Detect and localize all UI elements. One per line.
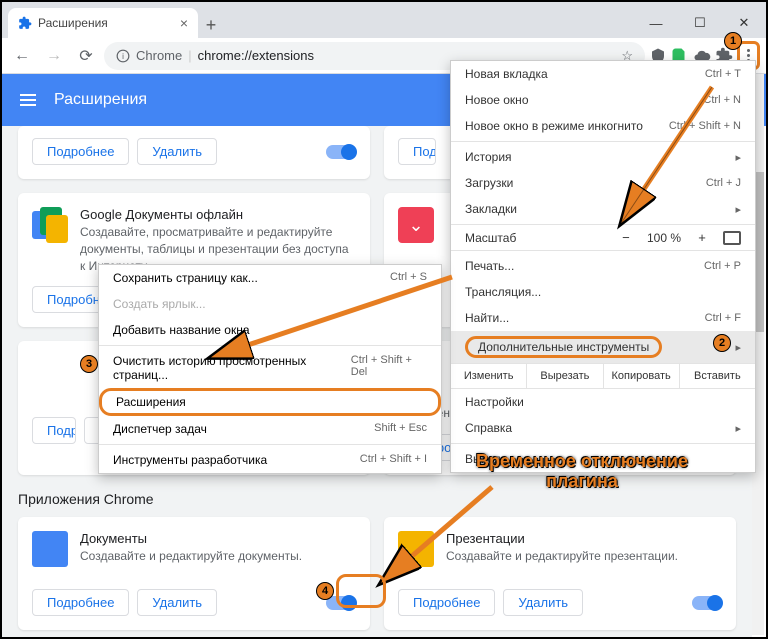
details-button[interactable]: Подробнее (398, 589, 495, 616)
new-tab-button[interactable]: + (198, 12, 224, 38)
extension-name: Google Документы офлайн (80, 207, 356, 222)
menu-cut[interactable]: Вырезать (527, 364, 603, 388)
menu-paste[interactable]: Вставить (680, 364, 755, 388)
app-desc: Создавайте и редактируйте презентации. (446, 548, 678, 565)
annotation-badge-3: 3 (80, 355, 98, 373)
tab-title: Расширения (38, 16, 108, 30)
close-tab-icon[interactable]: × (180, 15, 188, 31)
chrome-main-menu: Новая вкладкаCtrl + T Новое окноCtrl + N… (450, 60, 756, 473)
more-tools-submenu: Сохранить страницу как...Ctrl + S Создат… (98, 264, 442, 474)
submenu-dev-tools[interactable]: Инструменты разработчикаCtrl + Shift + I (99, 447, 441, 473)
browser-tab[interactable]: Расширения × (8, 8, 198, 38)
minimize-button[interactable]: — (634, 8, 678, 38)
submenu-create-shortcut: Создать ярлык... (99, 291, 441, 317)
hamburger-icon[interactable] (20, 94, 36, 106)
reload-button[interactable]: ⟳ (72, 42, 100, 70)
gdocs-icon (32, 207, 68, 243)
menu-print[interactable]: Печать...Ctrl + P (451, 253, 755, 279)
menu-settings[interactable]: Настройки (451, 389, 755, 415)
info-icon: i (116, 49, 130, 63)
zoom-value: 100 % (647, 231, 681, 245)
address-prefix: Chrome (136, 48, 182, 63)
apps-section-title: Приложения Chrome (18, 491, 736, 507)
menu-new-window[interactable]: Новое окноCtrl + N (451, 87, 755, 113)
annotation-badge-2: 2 (713, 334, 731, 352)
address-url: chrome://extensions (198, 48, 314, 63)
remove-button[interactable]: Удалить (137, 138, 217, 165)
submenu-clear-data[interactable]: Очистить историю просмотренных страниц..… (99, 348, 441, 388)
window-titlebar: Расширения × + — ☐ ✕ (2, 2, 766, 38)
app-name: Презентации (446, 531, 678, 546)
menu-incognito[interactable]: Новое окно в режиме инкогнитоCtrl + Shif… (451, 113, 755, 139)
forward-button[interactable]: → (40, 42, 68, 70)
menu-downloads[interactable]: ЗагрузкиCtrl + J (451, 170, 755, 196)
puzzle-icon (18, 16, 32, 30)
submenu-task-manager[interactable]: Диспетчер задачShift + Esc (99, 416, 441, 442)
menu-new-tab[interactable]: Новая вкладкаCtrl + T (451, 61, 755, 87)
submenu-extensions[interactable]: Расширения (99, 388, 441, 416)
window-controls: — ☐ ✕ (634, 8, 766, 38)
pocket-icon: ⌄ (398, 207, 434, 243)
app-toggle[interactable] (692, 596, 722, 610)
annotation-badge-1: 1 (724, 32, 742, 50)
menu-edit-row: Изменить Вырезать Копировать Вставить (451, 363, 755, 389)
back-button[interactable]: ← (8, 42, 36, 70)
svg-text:i: i (122, 51, 124, 60)
remove-button[interactable]: Удалить (503, 589, 583, 616)
details-button[interactable]: Подробнее (32, 589, 129, 616)
details-button[interactable]: Подробнее (32, 138, 129, 165)
menu-history[interactable]: История▸ (451, 144, 755, 170)
details-button[interactable]: Подробнее (32, 417, 76, 444)
menu-find[interactable]: Найти...Ctrl + F (451, 305, 755, 331)
details-button[interactable]: Подробнее (398, 138, 436, 165)
submenu-name-window[interactable]: Добавить название окна (99, 317, 441, 343)
submenu-save-page[interactable]: Сохранить страницу как...Ctrl + S (99, 265, 441, 291)
fullscreen-button[interactable] (723, 231, 741, 245)
zoom-out-button[interactable]: − (615, 230, 637, 245)
annotation-badge-4: 4 (316, 582, 334, 600)
menu-zoom: Масштаб − 100 % + (451, 227, 755, 248)
menu-more-tools[interactable]: Дополнительные инструменты 2 ▸ (451, 331, 755, 363)
menu-copy[interactable]: Копировать (604, 364, 680, 388)
docs-app-icon (32, 531, 68, 567)
zoom-in-button[interactable]: + (691, 230, 713, 245)
menu-cast[interactable]: Трансляция... (451, 279, 755, 305)
app-name: Документы (80, 531, 302, 546)
annotation-text: Временное отключение плагина (442, 452, 722, 492)
annotation-highlight-toggle (336, 574, 386, 608)
header-title: Расширения (54, 91, 147, 109)
slides-app-icon (398, 531, 434, 567)
menu-bookmarks[interactable]: Закладки▸ (451, 196, 755, 222)
extension-toggle[interactable] (326, 145, 356, 159)
maximize-button[interactable]: ☐ (678, 8, 722, 38)
menu-help[interactable]: Справка▸ (451, 415, 755, 441)
app-desc: Создавайте и редактируйте документы. (80, 548, 302, 565)
remove-button[interactable]: Удалить (137, 589, 217, 616)
menu-edit-label: Изменить (451, 364, 527, 388)
